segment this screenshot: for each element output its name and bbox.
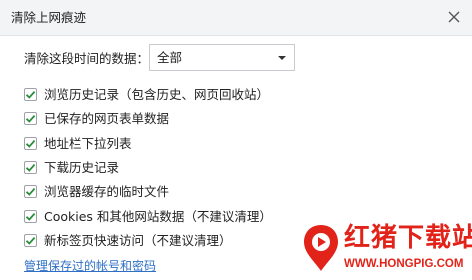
time-range-value: 全部 [157,50,183,65]
option-label: 地址栏下拉列表 [44,136,132,151]
time-range-label: 清除这段时间的数据： [24,51,150,66]
checkbox[interactable] [24,210,37,223]
checkbox[interactable] [24,112,37,125]
checkbox[interactable] [24,88,37,101]
option-label: 浏览历史记录（包含历史、网页回收站） [44,87,270,102]
close-button[interactable] [445,8,463,26]
close-icon [448,11,460,23]
checkbox[interactable] [24,161,37,174]
option-label: 新标签页快速访问（不建议清理） [44,233,232,248]
option-label: 浏览器缓存的临时文件 [44,184,170,199]
dialog-titlebar: 清除上网痕迹 [0,0,472,36]
checkmark-icon [25,163,36,172]
checkmark-icon [25,236,36,245]
watermark: 红猪下载站 WWW.HONGPIG.COM [300,222,472,276]
checkbox[interactable] [24,137,37,150]
option-label: 下载历史记录 [44,160,120,175]
checkmark-icon [25,90,36,99]
option-label: 已保存的网页表单数据 [44,111,170,126]
checkmark-icon [25,212,36,221]
watermark-url: WWW.HONGPIG.COM [344,258,464,270]
watermark-name: 红猪下载站 [344,223,472,253]
checkmark-icon [25,187,36,196]
manage-saved-passwords-link[interactable]: 管理保存过的帐号和密码 [24,259,156,274]
chevron-down-icon [270,45,294,70]
time-range-select[interactable]: 全部 [149,44,295,71]
checkmark-icon [25,114,36,123]
checkbox[interactable] [24,234,37,247]
hongpig-logo-icon [304,225,338,271]
checkmark-icon [25,139,36,148]
checkbox[interactable] [24,185,37,198]
clear-history-dialog: 清除上网痕迹 清除这段时间的数据： 全部 浏览历史记录（包含历史、网页回收站） … [0,0,472,280]
dialog-title: 清除上网痕迹 [11,10,87,25]
option-label: Cookies 和其他网站数据（不建议清理） [44,209,272,224]
